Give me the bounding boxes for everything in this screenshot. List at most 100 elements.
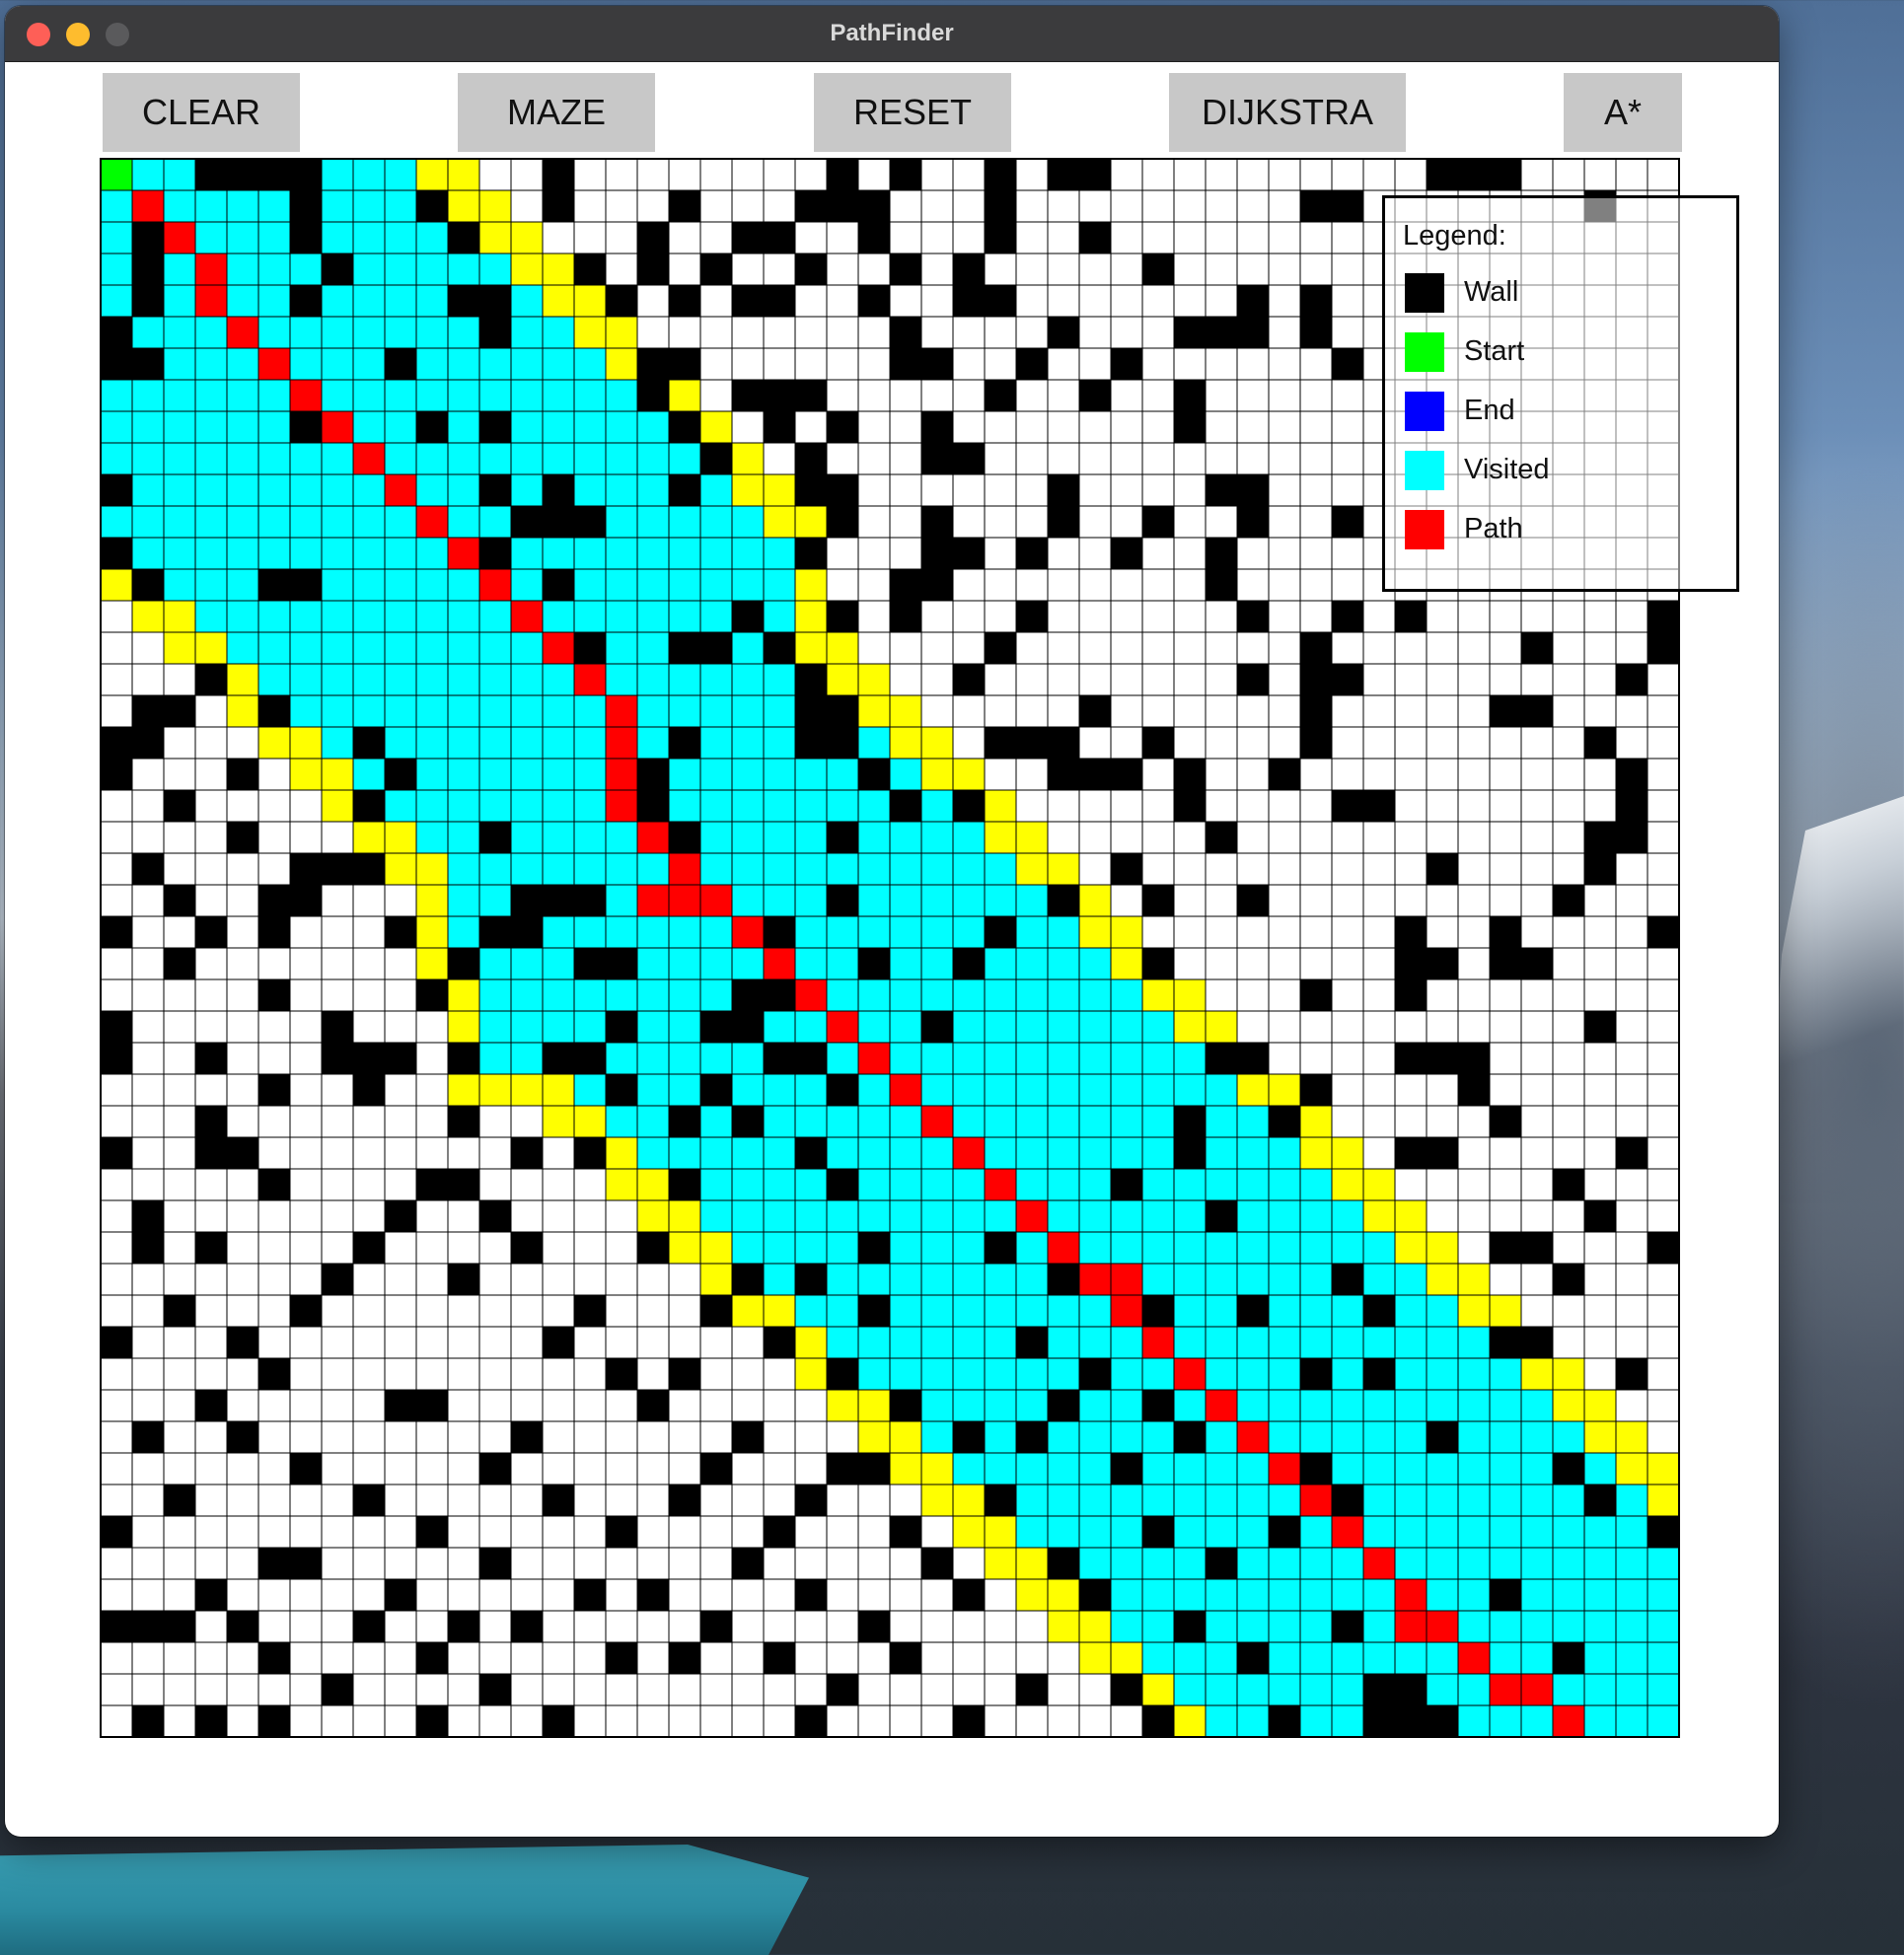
grid-cell-empty[interactable] bbox=[1173, 694, 1207, 728]
grid-cell-visited[interactable] bbox=[857, 978, 891, 1012]
grid-cell-empty[interactable] bbox=[1299, 505, 1333, 539]
grid-cell-empty[interactable] bbox=[163, 1452, 196, 1485]
grid-cell-empty[interactable] bbox=[857, 316, 891, 349]
grid-cell-visited[interactable] bbox=[1205, 1326, 1238, 1359]
grid-cell-wall[interactable] bbox=[1299, 316, 1333, 349]
grid-cell-visited[interactable] bbox=[321, 600, 354, 633]
grid-cell-empty[interactable] bbox=[668, 253, 701, 286]
grid-cell-visited[interactable] bbox=[1457, 1515, 1491, 1549]
grid-cell-wall[interactable] bbox=[447, 947, 480, 980]
grid-cell-visited[interactable] bbox=[1110, 1105, 1143, 1138]
grid-cell-visited[interactable] bbox=[857, 1136, 891, 1170]
grid-cell-visited[interactable] bbox=[384, 789, 417, 823]
grid-cell-visited[interactable] bbox=[131, 505, 165, 539]
grid-cell-wall[interactable] bbox=[763, 1515, 796, 1549]
grid-cell-visited[interactable] bbox=[163, 253, 196, 286]
grid-cell-empty[interactable] bbox=[1141, 852, 1175, 886]
grid-cell-visited[interactable] bbox=[889, 978, 922, 1012]
grid-cell-visited[interactable] bbox=[699, 726, 733, 760]
grid-cell-empty[interactable] bbox=[1047, 631, 1080, 665]
grid-cell-visited[interactable] bbox=[605, 915, 638, 949]
grid-cell-wall[interactable] bbox=[605, 1515, 638, 1549]
grid-cell-wall[interactable] bbox=[257, 884, 291, 917]
grid-cell-visited[interactable] bbox=[1047, 1010, 1080, 1044]
grid-cell-empty[interactable] bbox=[1331, 442, 1364, 475]
grid-cell-visited[interactable] bbox=[1078, 1420, 1112, 1454]
grid-cell-empty[interactable] bbox=[1331, 379, 1364, 412]
grid-cell-empty[interactable] bbox=[1015, 1641, 1049, 1675]
grid-cell-wall[interactable] bbox=[1299, 978, 1333, 1012]
grid-cell-empty[interactable] bbox=[731, 189, 765, 223]
grid-cell-visited[interactable] bbox=[605, 442, 638, 475]
grid-cell-empty[interactable] bbox=[1583, 1073, 1617, 1107]
grid-cell-visited[interactable] bbox=[1552, 1610, 1585, 1643]
grid-cell-visited[interactable] bbox=[1457, 1484, 1491, 1517]
grid-cell-empty[interactable] bbox=[478, 1136, 512, 1170]
grid-cell-visited[interactable] bbox=[889, 947, 922, 980]
grid-cell-empty[interactable] bbox=[1394, 884, 1428, 917]
grid-cell-visited[interactable] bbox=[1299, 1263, 1333, 1296]
grid-cell-visited[interactable] bbox=[731, 789, 765, 823]
grid-cell-visited[interactable] bbox=[321, 347, 354, 381]
grid-cell-empty[interactable] bbox=[100, 821, 133, 854]
grid-cell-visited[interactable] bbox=[1205, 1420, 1238, 1454]
grid-cell-visited[interactable] bbox=[1426, 1294, 1459, 1328]
grid-cell-visited[interactable] bbox=[1362, 1641, 1396, 1675]
grid-cell-empty[interactable] bbox=[384, 1105, 417, 1138]
grid-cell-empty[interactable] bbox=[1078, 852, 1112, 886]
grid-cell-empty[interactable] bbox=[510, 1168, 544, 1201]
grid-cell-empty[interactable] bbox=[542, 1547, 575, 1580]
grid-cell-visited[interactable] bbox=[510, 347, 544, 381]
grid-cell-empty[interactable] bbox=[163, 1326, 196, 1359]
grid-cell-visited[interactable] bbox=[321, 473, 354, 507]
grid-cell-wall[interactable] bbox=[984, 379, 1017, 412]
grid-cell-path[interactable] bbox=[573, 663, 607, 696]
grid-cell-empty[interactable] bbox=[321, 1515, 354, 1549]
grid-cell-wall[interactable] bbox=[478, 915, 512, 949]
grid-cell-empty[interactable] bbox=[478, 1168, 512, 1201]
grid-cell-visited[interactable] bbox=[1047, 1326, 1080, 1359]
grid-cell-empty[interactable] bbox=[1047, 284, 1080, 318]
grid-cell-frontier[interactable] bbox=[1173, 1010, 1207, 1044]
grid-cell-empty[interactable] bbox=[384, 1673, 417, 1706]
grid-cell-visited[interactable] bbox=[1141, 1199, 1175, 1233]
grid-cell-empty[interactable] bbox=[163, 1547, 196, 1580]
grid-cell-visited[interactable] bbox=[478, 505, 512, 539]
grid-cell-empty[interactable] bbox=[100, 1199, 133, 1233]
grid-cell-empty[interactable] bbox=[1047, 442, 1080, 475]
grid-cell-frontier[interactable] bbox=[1141, 978, 1175, 1012]
grid-cell-empty[interactable] bbox=[1205, 442, 1238, 475]
grid-cell-wall[interactable] bbox=[384, 347, 417, 381]
grid-cell-wall[interactable] bbox=[1615, 789, 1648, 823]
grid-cell-empty[interactable] bbox=[447, 1452, 480, 1485]
grid-cell-wall[interactable] bbox=[1110, 1673, 1143, 1706]
grid-cell-wall[interactable] bbox=[415, 1704, 449, 1738]
grid-cell-wall[interactable] bbox=[889, 789, 922, 823]
grid-cell-visited[interactable] bbox=[542, 537, 575, 570]
grid-cell-empty[interactable] bbox=[1457, 1010, 1491, 1044]
grid-cell-wall[interactable] bbox=[289, 189, 323, 223]
grid-cell-visited[interactable] bbox=[1299, 1294, 1333, 1328]
grid-cell-visited[interactable] bbox=[857, 1010, 891, 1044]
grid-cell-wall[interactable] bbox=[447, 1610, 480, 1643]
grid-cell-visited[interactable] bbox=[1299, 1578, 1333, 1612]
grid-cell-empty[interactable] bbox=[163, 663, 196, 696]
grid-cell-empty[interactable] bbox=[699, 1389, 733, 1422]
grid-cell-wall[interactable] bbox=[668, 347, 701, 381]
grid-cell-empty[interactable] bbox=[1647, 1326, 1680, 1359]
grid-cell-wall[interactable] bbox=[699, 1452, 733, 1485]
grid-cell-frontier[interactable] bbox=[952, 758, 986, 791]
grid-cell-frontier[interactable] bbox=[952, 1515, 986, 1549]
grid-cell-empty[interactable] bbox=[1299, 947, 1333, 980]
grid-cell-empty[interactable] bbox=[1362, 600, 1396, 633]
grid-cell-empty[interactable] bbox=[1647, 789, 1680, 823]
grid-cell-visited[interactable] bbox=[510, 758, 544, 791]
grid-cell-visited[interactable] bbox=[478, 758, 512, 791]
grid-cell-empty[interactable] bbox=[952, 410, 986, 444]
grid-cell-visited[interactable] bbox=[1173, 1484, 1207, 1517]
grid-cell-wall[interactable] bbox=[699, 1294, 733, 1328]
grid-cell-wall[interactable] bbox=[226, 158, 259, 191]
grid-cell-empty[interactable] bbox=[857, 442, 891, 475]
grid-cell-empty[interactable] bbox=[1205, 694, 1238, 728]
grid-cell-empty[interactable] bbox=[1615, 1073, 1648, 1107]
